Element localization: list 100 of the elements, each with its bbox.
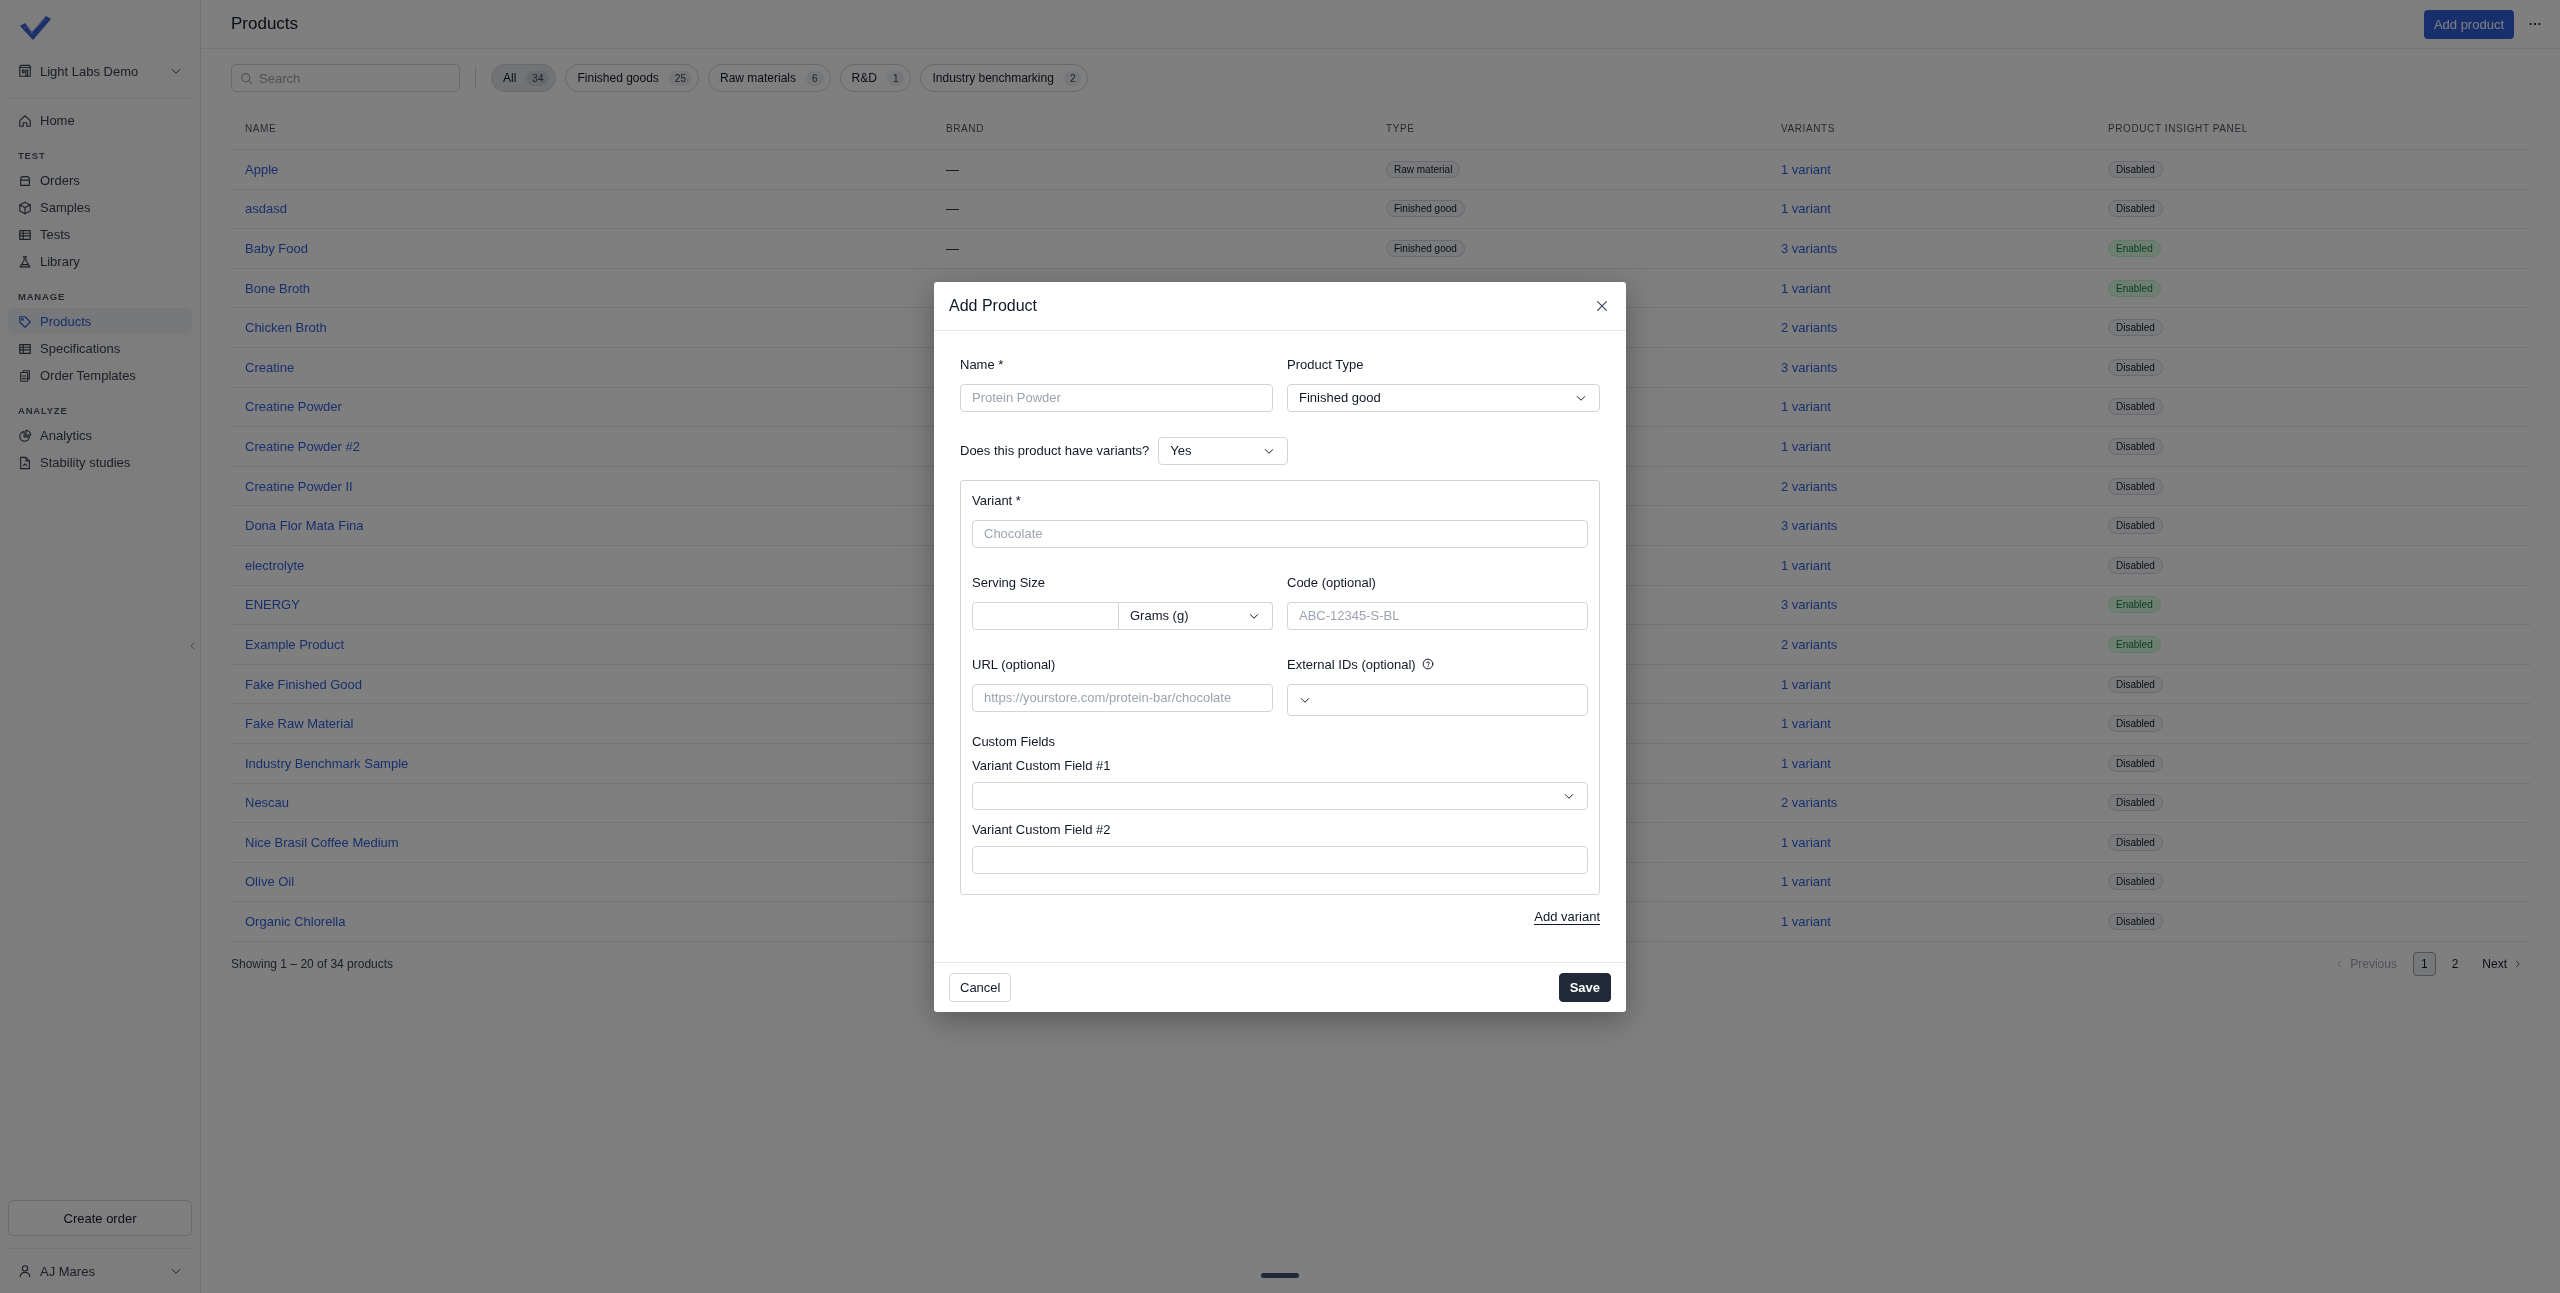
sidebar-item[interactable]: Samples [8, 194, 192, 221]
field-label: Serving Size [972, 574, 1046, 590]
next-button[interactable]: Next [2474, 951, 2530, 976]
product-name-link[interactable]: ENERGY [245, 597, 300, 613]
pie-chart-icon [18, 428, 32, 443]
status-tag: Enabled [2108, 635, 2161, 653]
variants-link[interactable]: 1 variant [1781, 201, 1831, 217]
filter-chip[interactable]: Industry benchmarking 2 [920, 64, 1089, 92]
product-name-link[interactable]: Creatine Powder II [245, 478, 353, 494]
variants-link[interactable]: 3 variants [1781, 359, 1838, 375]
sidebar-item[interactable]: Analytics [8, 422, 192, 449]
column-header: TYPE [1372, 107, 1767, 150]
variants-link[interactable]: 1 variant [1781, 676, 1831, 692]
product-name-link[interactable]: Chicken Broth [245, 320, 327, 336]
variants-link[interactable]: 3 variants [1781, 597, 1838, 613]
variants-link[interactable]: 3 variants [1781, 518, 1838, 534]
column-header: VARIANTS [1767, 107, 2094, 150]
add-product-button[interactable]: Add product [2423, 9, 2514, 39]
custom-field-input[interactable] [972, 845, 1588, 874]
page-button[interactable]: 1 [2412, 951, 2436, 976]
sidebar-item[interactable]: Tests [8, 221, 192, 248]
product-name-link[interactable]: Dona Flor Mata Fina [245, 518, 364, 534]
product-name-link[interactable]: Creatine Powder #2 [245, 438, 360, 454]
product-name-link[interactable]: Fake Finished Good [245, 676, 363, 692]
sidebar-item[interactable]: Stability studies [8, 449, 192, 476]
product-name-link[interactable]: asdasd [245, 201, 287, 217]
status-tag: Enabled [2108, 279, 2161, 297]
drag-handle[interactable] [1261, 1273, 1299, 1278]
variants-link[interactable]: 1 variant [1781, 914, 1831, 930]
logo-icon [18, 14, 52, 42]
sidebar-item[interactable]: Home [8, 107, 192, 134]
status-tag: Disabled [2108, 556, 2163, 574]
product-name-link[interactable]: Organic Chlorella [245, 914, 346, 930]
help-icon[interactable] [1421, 658, 1434, 670]
status-tag: Disabled [2108, 358, 2163, 376]
variants-link[interactable]: 1 variant [1781, 834, 1831, 850]
variants-link[interactable]: 1 variant [1781, 557, 1831, 573]
unit-select[interactable]: Grams (g) [1119, 601, 1273, 630]
filter-chip[interactable]: Raw materials 6 [708, 64, 831, 92]
workspace-selector[interactable]: Light Labs Demo [8, 56, 192, 86]
product-name-link[interactable]: Example Product [245, 636, 344, 652]
variants-link[interactable]: 1 variant [1781, 716, 1831, 732]
building-icon [18, 64, 32, 78]
user-menu[interactable]: AJ Mares [8, 1248, 192, 1293]
variant-field[interactable]: Chocolate [972, 519, 1588, 548]
variants-link[interactable]: 2 variants [1781, 636, 1838, 652]
field-label: Variant Custom Field #2 [972, 821, 1112, 837]
code-field[interactable]: ABC-12345-S-BL [1287, 601, 1588, 630]
product-name-link[interactable]: Industry Benchmark Sample [245, 755, 409, 771]
filter-chip[interactable]: Finished goods 25 [565, 64, 699, 92]
name-field[interactable]: Protein Powder [960, 383, 1273, 412]
status-tag: Disabled [2108, 477, 2163, 495]
variants-link[interactable]: 1 variant [1781, 755, 1831, 771]
url-field[interactable]: https://yourstore.com/protein-bar/chocolate [972, 683, 1273, 712]
brand-text: — [946, 161, 959, 177]
variants-link[interactable]: 2 variants [1781, 320, 1838, 336]
sidebar-item[interactable]: Orders [8, 167, 192, 194]
sidebar-item[interactable]: Products [8, 308, 192, 335]
filter-chip[interactable]: All 34 [491, 64, 557, 92]
variants-link[interactable]: 1 variant [1781, 399, 1831, 415]
chevron-left-icon[interactable] [188, 640, 198, 652]
variants-link[interactable]: 2 variants [1781, 795, 1838, 811]
page-button[interactable]: 2 [2443, 951, 2467, 976]
page-title: Products [231, 14, 300, 34]
variants-select[interactable]: Yes [1158, 436, 1289, 465]
field-label: External IDs (optional) [1287, 656, 1416, 672]
status-tag: Disabled [2108, 319, 2163, 337]
product-name-link[interactable]: Nescau [245, 795, 290, 811]
create-order-button[interactable]: Create order [8, 1200, 192, 1236]
external-ids-select[interactable] [1287, 683, 1588, 716]
status-tag: Disabled [2108, 754, 2163, 772]
serving-size-field[interactable] [972, 601, 1119, 630]
variants-link[interactable]: 1 variant [1781, 874, 1831, 890]
variants-link[interactable]: 2 variants [1781, 478, 1838, 494]
variants-link[interactable]: 1 variant [1781, 161, 1831, 177]
product-name-link[interactable]: electrolyte [245, 557, 305, 573]
variants-link[interactable]: 1 variant [1781, 438, 1831, 454]
custom-field-select[interactable] [972, 781, 1588, 810]
product-name-link[interactable]: Olive Oil [245, 874, 295, 890]
sidebar-item[interactable]: Specifications [8, 335, 192, 362]
variants-link[interactable]: 1 variant [1781, 280, 1831, 296]
product-name-link[interactable]: Bone Broth [245, 280, 311, 296]
product-name-link[interactable]: Creatine Powder [245, 399, 342, 415]
product-name-link[interactable]: Nice Brasil Coffee Medium [245, 834, 399, 850]
product-name-link[interactable]: Fake Raw Material [245, 716, 354, 732]
sidebar-item[interactable]: Order Templates [8, 362, 192, 389]
status-tag: Disabled [2108, 873, 2163, 891]
product-name-link[interactable]: Creatine [245, 359, 295, 375]
product-name-link[interactable]: Apple [245, 161, 279, 177]
product-type-select[interactable]: Finished good [1287, 383, 1600, 412]
filter-chip[interactable]: R&D 1 [839, 64, 912, 92]
user-icon [18, 1264, 32, 1278]
sidebar-item[interactable]: Library [8, 248, 192, 275]
save-button[interactable]: Save [1558, 972, 1611, 1002]
product-name-link[interactable]: Baby Food [245, 241, 308, 256]
variants-link[interactable]: 3 variants [1781, 241, 1838, 256]
section-title: TEST [17, 150, 47, 161]
field-label: Code (optional) [1287, 574, 1377, 590]
cancel-button[interactable]: Cancel [949, 972, 1012, 1002]
add-variant-link[interactable]: Add variant [1534, 908, 1600, 925]
